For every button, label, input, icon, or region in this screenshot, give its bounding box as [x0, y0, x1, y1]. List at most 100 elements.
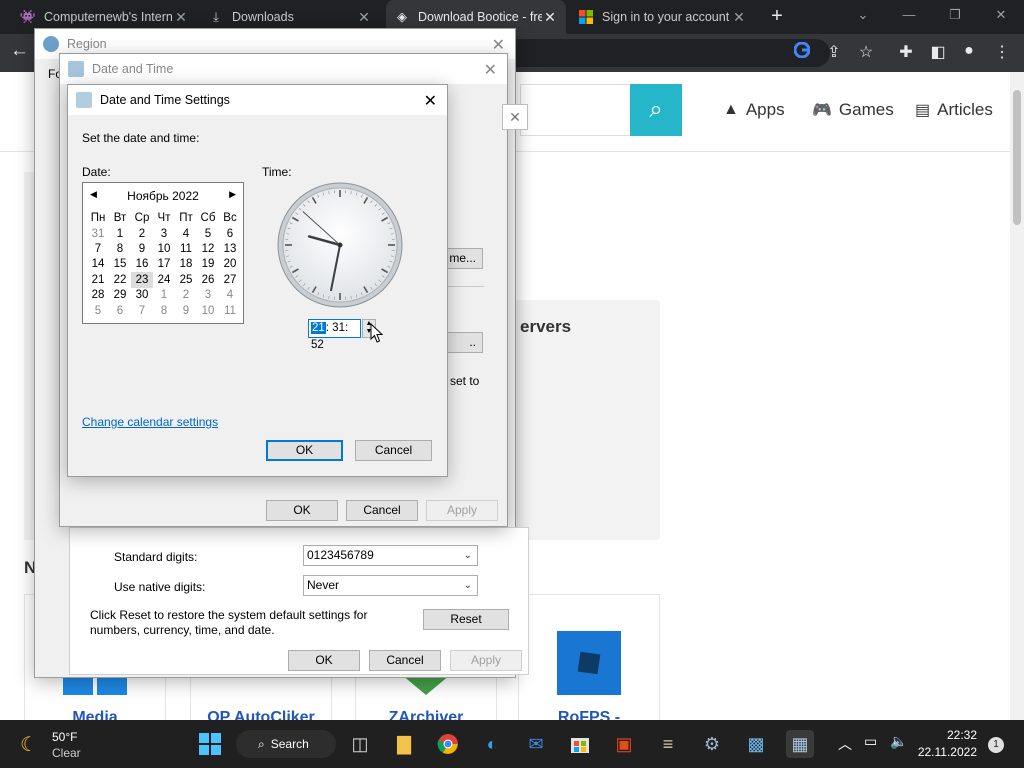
calendar-day[interactable]: 5	[87, 303, 109, 318]
calendar-day[interactable]: 16	[131, 257, 153, 272]
reset-button[interactable]: Reset	[423, 609, 509, 630]
calendar-day[interactable]: 6	[109, 303, 131, 318]
control-panel-icon[interactable]: ▩	[742, 730, 770, 758]
calendar-day[interactable]: 29	[109, 288, 131, 303]
calendar-day[interactable]: 21	[87, 272, 109, 287]
calendar-day[interactable]: 10	[197, 303, 219, 318]
calendar-day[interactable]: 2	[131, 226, 153, 241]
weather-temp[interactable]: 50°F	[52, 730, 77, 744]
calendar-day[interactable]: 18	[175, 257, 197, 272]
calendar-day[interactable]: 25	[175, 272, 197, 287]
calendar-day[interactable]: 13	[219, 241, 241, 256]
datetime-cancel-button[interactable]: Cancel	[346, 500, 418, 521]
change-calendar-settings-link[interactable]: Change calendar settings	[82, 415, 218, 429]
minimize-icon[interactable]: —	[886, 0, 932, 30]
calendar[interactable]: ◀ Ноябрь 2022 ▶ Пн Вт Ср Чт Пт Сб Вс 31 1 2 3 4 5 6 7…	[82, 182, 244, 324]
calendar-day[interactable]: 10	[153, 241, 175, 256]
calendar-day[interactable]: 26	[197, 272, 219, 287]
mail-icon[interactable]: ✉	[522, 730, 550, 758]
network-icon[interactable]: ▭	[864, 733, 877, 750]
change-time-button[interactable]: me...	[444, 248, 483, 269]
new-tab-button[interactable]: +	[766, 5, 788, 29]
tab-microsoft-signin[interactable]: Sign in to your account ✕	[570, 0, 755, 34]
site-search-input[interactable]	[520, 84, 632, 136]
nav-articles[interactable]: ▤ Articles	[915, 100, 993, 120]
calendar-day[interactable]: 7	[131, 303, 153, 318]
volume-icon[interactable]: 🔈	[890, 733, 907, 750]
close-tab-icon[interactable]: ✕	[356, 9, 372, 26]
calendar-day[interactable]: 9	[131, 241, 153, 256]
time-hour-selection[interactable]: 21	[311, 322, 326, 334]
calendar-day[interactable]: 11	[175, 241, 197, 256]
restore-icon[interactable]: ❐	[932, 0, 978, 30]
app-card-rofps[interactable]: RoFPS -	[518, 594, 660, 722]
calendar-day[interactable]: 7	[87, 241, 109, 256]
calendar-day[interactable]: 12	[197, 241, 219, 256]
profile-avatar-icon[interactable]: ●	[958, 42, 980, 60]
calendar-day[interactable]: 3	[153, 226, 175, 241]
task-view-icon[interactable]: ◫	[346, 730, 374, 758]
region-ok-button[interactable]: OK	[288, 650, 360, 671]
edge-icon[interactable]: ◐	[478, 730, 506, 758]
address-bar[interactable]	[500, 39, 830, 67]
calendar-day[interactable]: 28	[87, 288, 109, 303]
month-year-header[interactable]: Ноябрь 2022	[83, 189, 243, 203]
share-icon[interactable]: ⇪	[823, 42, 845, 62]
file-explorer-icon[interactable]: ▇	[390, 730, 418, 758]
close-icon[interactable]: ✕	[502, 104, 528, 130]
settings-ok-button[interactable]: OK	[266, 440, 343, 461]
calendar-day[interactable]: 2	[175, 288, 197, 303]
close-tab-icon[interactable]: ✕	[731, 9, 747, 26]
time-input[interactable]: 21: 31: 52	[308, 319, 361, 351]
change-settings-button[interactable]: ..	[444, 332, 483, 353]
nav-apps[interactable]: ▲ Apps	[723, 100, 785, 120]
close-icon[interactable]: ✕	[492, 35, 505, 55]
chevron-up-icon[interactable]: ︿	[838, 734, 852, 754]
calendar-day[interactable]: 17	[153, 257, 175, 272]
calendar-day[interactable]: 15	[109, 257, 131, 272]
scrollbar-thumb[interactable]	[1013, 90, 1021, 225]
settings-cancel-button[interactable]: Cancel	[355, 440, 432, 461]
nav-games[interactable]: 🎮 Games	[812, 100, 894, 120]
calendar-day[interactable]: 4	[175, 226, 197, 241]
native-digits-select[interactable]: Never ⌄	[303, 575, 478, 596]
store-icon[interactable]	[566, 730, 594, 758]
site-search-button[interactable]: ⌕	[630, 84, 682, 136]
notification-badge[interactable]: 1	[988, 737, 1004, 753]
close-icon[interactable]: ✕	[484, 60, 497, 80]
calendar-day[interactable]: 6	[219, 226, 241, 241]
start-windows-icon[interactable]	[196, 730, 224, 758]
standard-digits-select[interactable]: 0123456789 ⌄	[303, 545, 478, 566]
books-icon[interactable]: ≡	[654, 730, 682, 758]
calendar-day[interactable]: 30	[131, 288, 153, 303]
back-arrow-icon[interactable]: ←	[10, 40, 29, 62]
calendar-day[interactable]: 9	[175, 303, 197, 318]
side-panel-icon[interactable]: ◧	[927, 42, 949, 62]
extensions-puzzle-icon[interactable]: ✚	[895, 42, 917, 62]
calendar-day[interactable]: 11	[219, 303, 241, 318]
page-scrollbar[interactable]	[1010, 72, 1024, 720]
close-window-icon[interactable]: ✕	[978, 0, 1024, 30]
calendar-day[interactable]: 1	[153, 288, 175, 303]
calendar-day[interactable]: 8	[109, 241, 131, 256]
google-icon[interactable]	[791, 41, 813, 63]
menu-kebab-icon[interactable]: ⋮	[991, 42, 1013, 62]
office-icon[interactable]: ▣	[610, 730, 638, 758]
close-tab-icon[interactable]: ✕	[542, 9, 558, 26]
close-icon[interactable]: ✕	[424, 91, 437, 111]
tab-search-icon[interactable]: ⌄	[840, 0, 886, 30]
calendar-day[interactable]: 3	[197, 288, 219, 303]
settings-gear-icon[interactable]: ⚙	[698, 730, 726, 758]
next-month-icon[interactable]: ▶	[229, 189, 236, 200]
clock-date[interactable]: 22.11.2022	[915, 745, 977, 759]
bookmark-star-icon[interactable]: ☆	[855, 42, 877, 62]
calendar-day[interactable]: 24	[153, 272, 175, 287]
clock-time[interactable]: 22:32	[915, 728, 977, 742]
date-time-app-icon[interactable]: ▦	[786, 730, 814, 758]
datetime-ok-button[interactable]: OK	[266, 500, 338, 521]
calendar-day[interactable]: 5	[197, 226, 219, 241]
weather-condition[interactable]: Clear	[52, 746, 81, 760]
calendar-day[interactable]: 4	[219, 288, 241, 303]
calendar-day[interactable]: 14	[87, 257, 109, 272]
calendar-day[interactable]: 27	[219, 272, 241, 287]
